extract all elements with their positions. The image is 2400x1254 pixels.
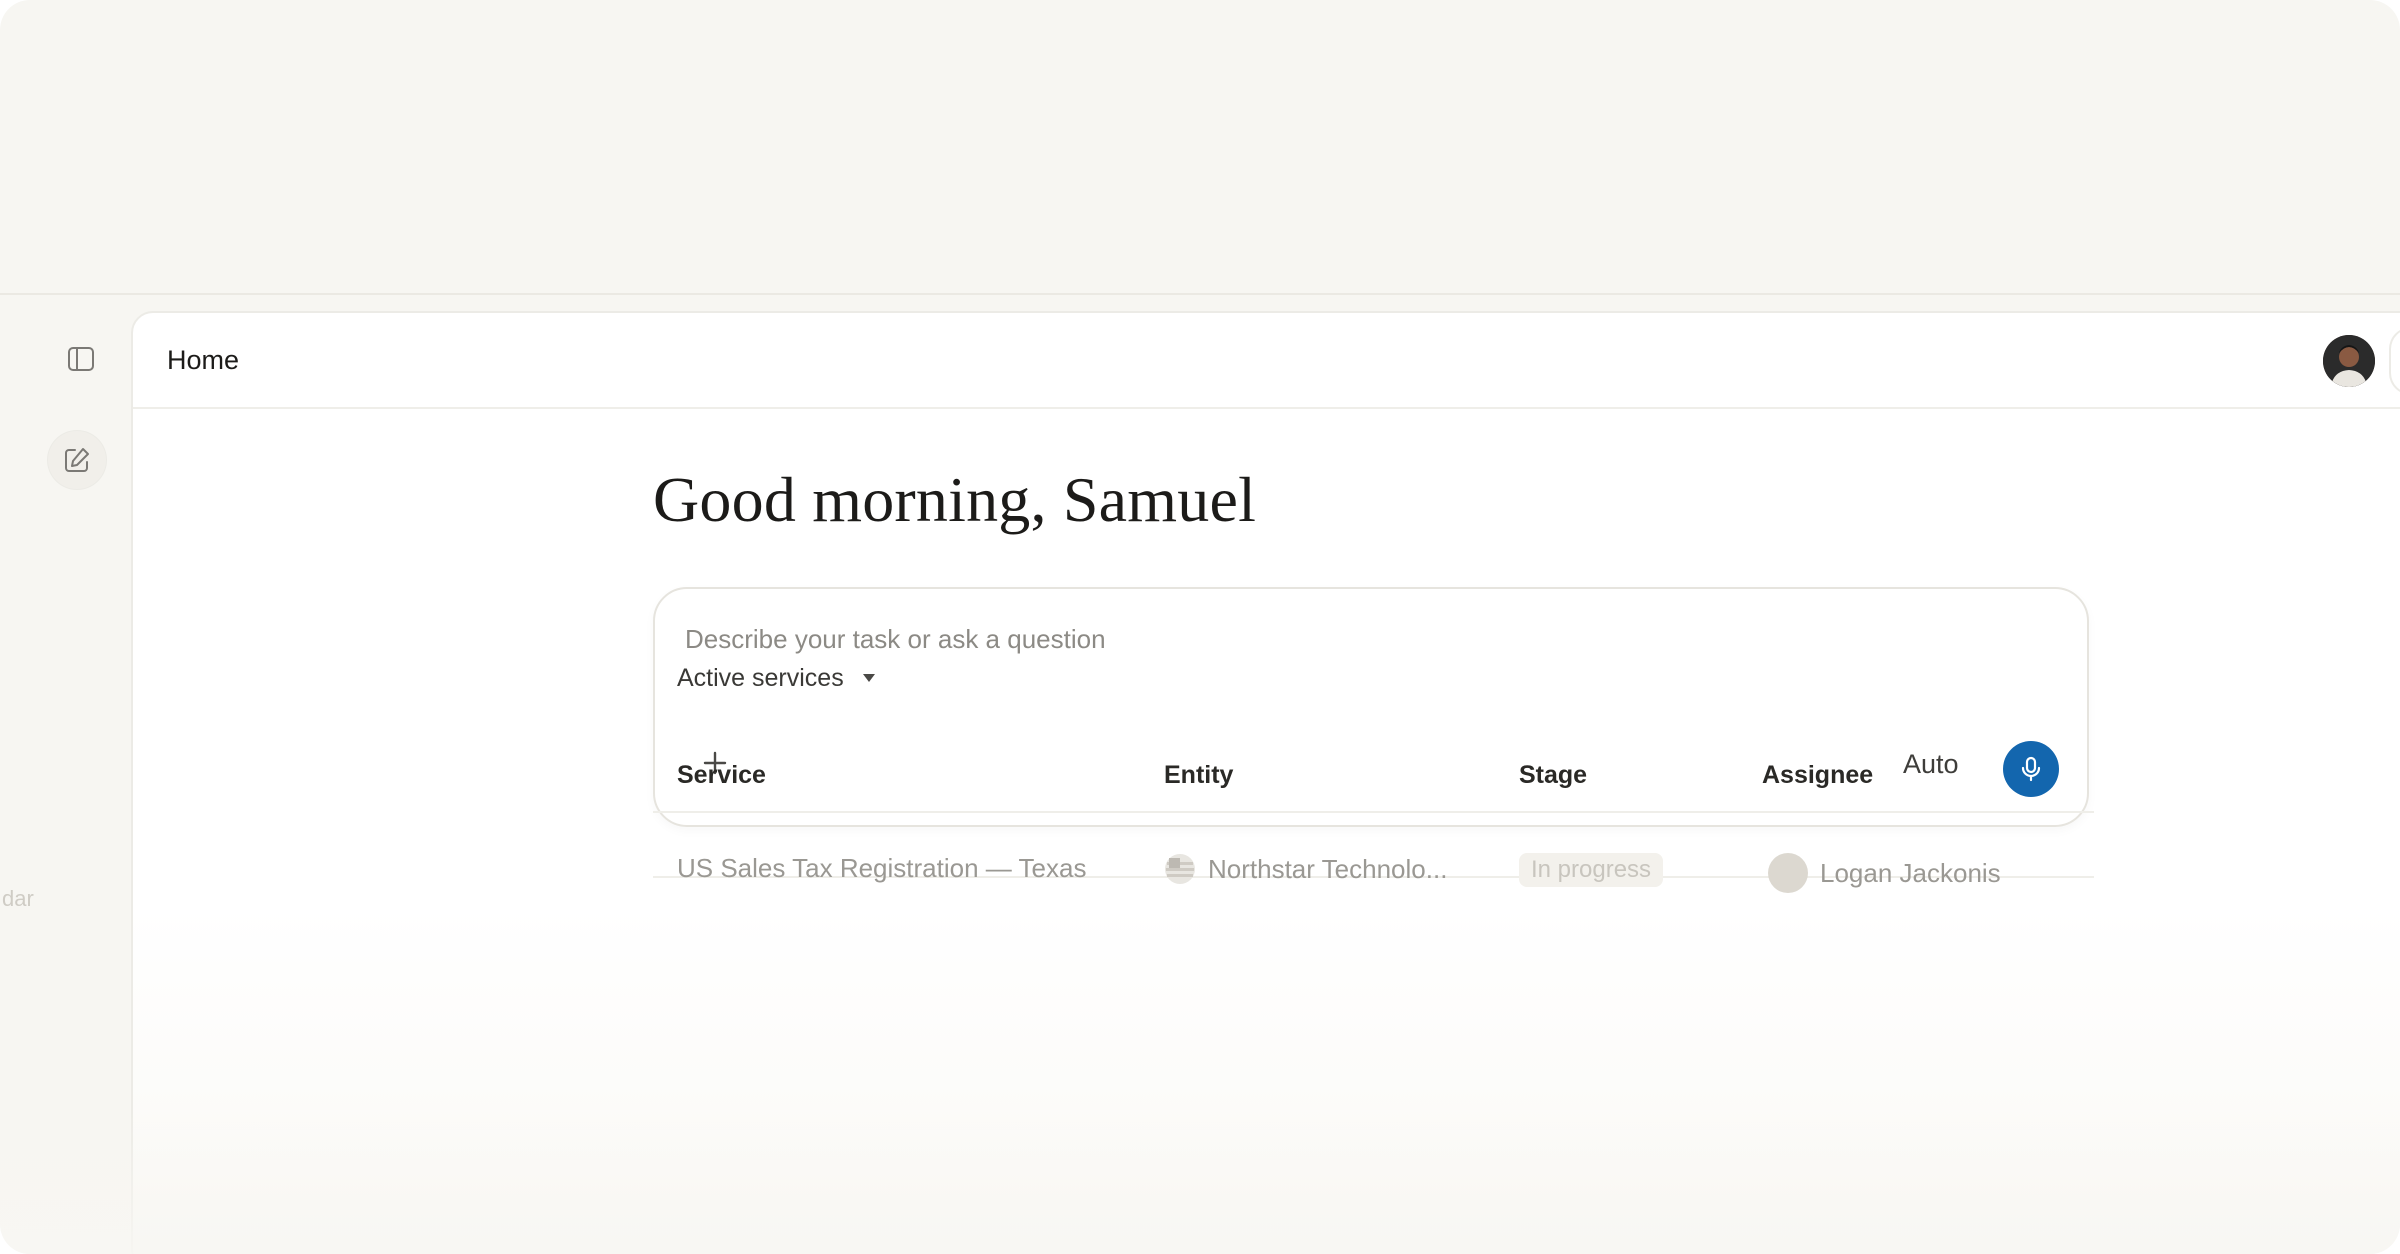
row-stage: In progress [1519, 853, 1664, 887]
compose-icon [65, 448, 89, 472]
row-entity: Northstar Technolo... [1164, 853, 1447, 885]
caret-down-icon [862, 674, 875, 682]
column-header-service[interactable]: Service [677, 761, 766, 790]
column-header-stage[interactable]: Stage [1519, 761, 1587, 790]
app-window: dar Home Good morning, Samuel Describe y… [0, 0, 2400, 1254]
user-avatar[interactable] [2323, 335, 2375, 387]
column-header-entity[interactable]: Entity [1164, 761, 1233, 790]
services-filter-label: Active services [677, 663, 844, 692]
prompt-input[interactable] [685, 619, 1985, 659]
greeting-heading: Good morning, Samuel [653, 464, 1257, 535]
sidebar-toggle-button[interactable] [52, 330, 110, 388]
page-title: Home [167, 345, 240, 375]
page-header: Home [133, 313, 2400, 409]
sidebar-toggle-icon [68, 347, 94, 371]
top-divider [0, 293, 2400, 295]
services-filter-dropdown[interactable]: Active services [677, 660, 876, 696]
assignee-avatar [1768, 853, 1808, 893]
header-action-button[interactable] [2391, 329, 2400, 393]
us-flag-icon [1165, 854, 1195, 884]
row-assignee-label: Logan Jackonis [1820, 857, 2001, 888]
avatar-image [2323, 335, 2375, 387]
sidebar-faded-label: dar [2, 886, 34, 911]
services-table-header: Service Entity Stage Assignee [653, 743, 2094, 813]
row-service: US Sales Tax Registration — Texas [677, 853, 1087, 883]
column-header-assignee[interactable]: Assignee [1762, 761, 1873, 790]
row-entity-label: Northstar Technolo... [1208, 853, 1448, 884]
main-panel: Home Good morning, Samuel Auto [131, 311, 2400, 1254]
row-assignee: Logan Jackonis [1768, 853, 2001, 893]
table-row[interactable]: US Sales Tax Registration — Texas Norths… [653, 833, 2094, 907]
new-task-button[interactable] [48, 431, 106, 489]
status-badge: In progress [1519, 853, 1664, 887]
